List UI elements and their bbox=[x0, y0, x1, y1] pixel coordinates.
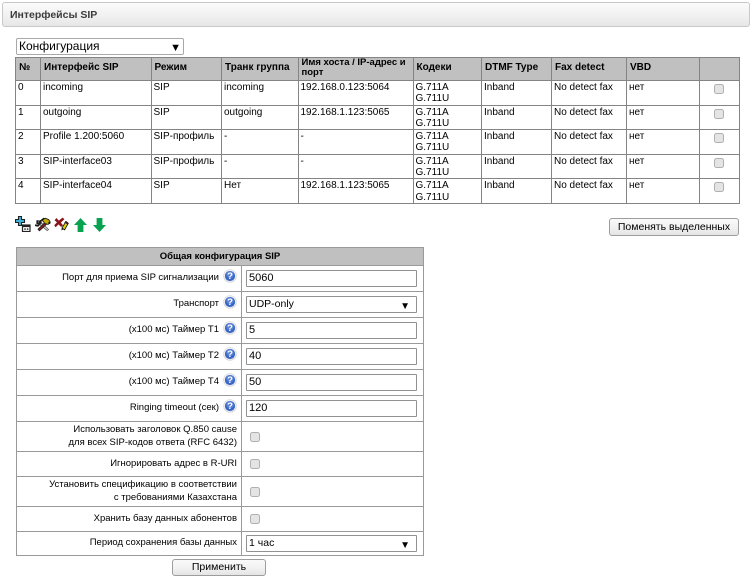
svg-text:?: ? bbox=[227, 375, 233, 386]
svg-text:?: ? bbox=[227, 297, 233, 308]
svg-text:?: ? bbox=[227, 349, 233, 360]
svg-text:?: ? bbox=[227, 401, 233, 412]
svg-text:?: ? bbox=[227, 271, 233, 282]
svg-text:?: ? bbox=[227, 323, 233, 334]
